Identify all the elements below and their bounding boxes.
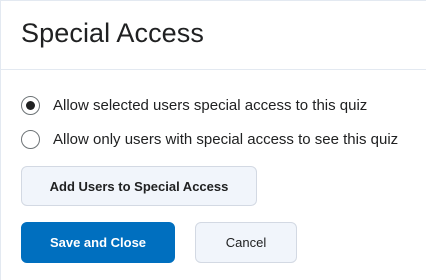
radio-label-selected-users: Allow selected users special access to t… (53, 96, 368, 114)
radio-label-only-special-users: Allow only users with special access to … (53, 130, 399, 148)
special-access-dialog: Special Access Allow selected users spec… (0, 0, 426, 280)
dialog-title: Special Access (21, 18, 204, 48)
dialog-header: Special Access (1, 1, 426, 70)
add-users-button[interactable]: Add Users to Special Access (21, 166, 257, 206)
radio-button-only-special-users[interactable] (21, 129, 40, 149)
radio-button-selected-users[interactable] (21, 95, 40, 115)
radio-option-only-special-users[interactable]: Allow only users with special access to … (21, 127, 398, 151)
cancel-button[interactable]: Cancel (195, 222, 297, 263)
radio-option-selected-users[interactable]: Allow selected users special access to t… (21, 93, 367, 117)
radio-checked-dot-icon (26, 100, 35, 110)
save-and-close-button[interactable]: Save and Close (21, 222, 175, 263)
